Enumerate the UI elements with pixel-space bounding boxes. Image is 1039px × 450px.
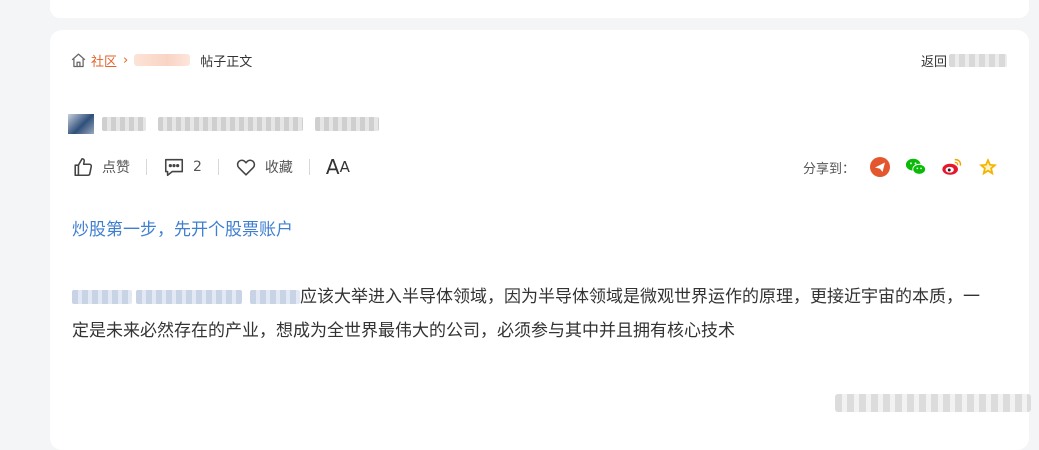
divider [146,159,147,175]
blurred-text [72,290,132,304]
previous-card [50,0,1029,18]
like-label: 点赞 [102,160,130,176]
back-target-blurred [949,53,1007,67]
weibo-icon[interactable] [941,156,963,178]
home-icon[interactable] [70,52,87,69]
back-link[interactable]: 返回 [921,50,1007,70]
share-label: 分享到： [802,161,855,177]
post-meta-blurred [158,117,303,131]
avatar[interactable] [68,114,94,134]
blurred-text [136,290,242,304]
favorite-button[interactable]: 收藏 [235,156,293,178]
comment-count: 2 [193,159,202,175]
share-send-icon[interactable] [869,156,891,178]
author-name-blurred[interactable] [102,117,146,131]
share-bar: 分享到： [803,154,999,180]
chevron-right-icon: › [123,52,129,68]
post-info-blurred [315,117,379,131]
font-size-big-label: A [325,155,340,179]
blurred-footer-element [835,394,1031,412]
post-card: 社区 › 帖子正文 返回 点赞 2 收藏 AA 分享到： 炒股第一步，先开个股票… [50,30,1031,450]
favorite-label: 收藏 [264,160,293,176]
star-icon[interactable] [977,156,999,178]
like-button[interactable]: 点赞 [72,156,130,178]
blurred-text [250,290,300,304]
post-subtitle-link[interactable]: 炒股第一步，先开个股票账户 [72,215,293,240]
breadcrumb-board-blurred[interactable] [134,54,191,66]
breadcrumb-current: 帖子正文 [200,54,253,70]
heart-icon [236,159,256,176]
post-body-line: 应该大举进入半导体领域，因为半导体领域是微观世界运作的原理，更接近宇宙的本质，一 [72,280,1012,314]
breadcrumb-community[interactable]: 社区 [91,51,117,70]
breadcrumb: 社区 › 帖子正文 [70,50,252,70]
comment-button[interactable]: 2 [163,156,202,178]
wechat-icon[interactable] [905,156,927,178]
thumbs-up-icon [74,157,93,177]
divider [308,159,310,175]
font-size-small-label: A [339,158,350,176]
body-line-2: 定是未来必然存在的产业，想成为全世界最伟大的公司，必须参与其中并且拥有核心技术 [72,321,735,341]
divider [217,159,219,175]
comment-icon [164,158,184,177]
body-line-1: 应该大举进入半导体领域，因为半导体领域是微观世界运作的原理，更接近宇宙的本质，一 [300,287,980,307]
author-line [68,114,379,134]
action-bar: 点赞 2 收藏 AA [72,155,350,179]
post-body: 应该大举进入半导体领域，因为半导体领域是微观世界运作的原理，更接近宇宙的本质，一… [72,280,1012,348]
back-label: 返回 [920,54,947,70]
font-size-toggle[interactable]: AA [326,155,350,179]
